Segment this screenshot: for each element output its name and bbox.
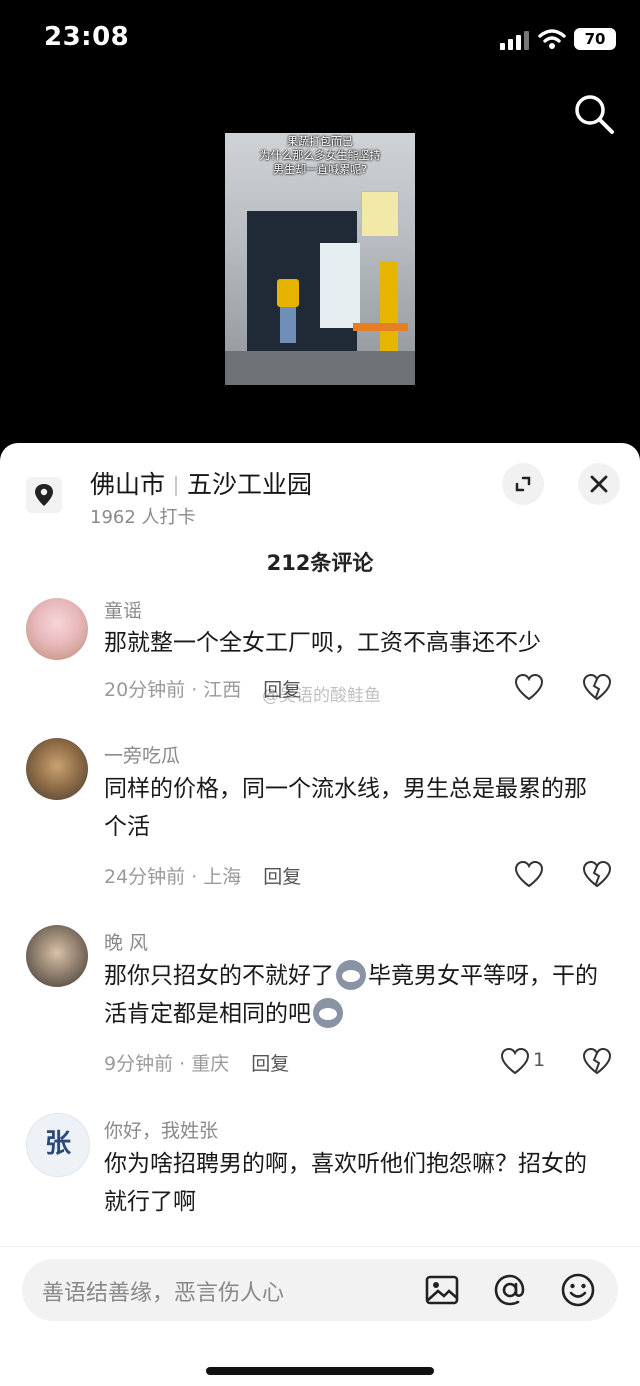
avatar[interactable]: 张 bbox=[26, 1113, 90, 1177]
close-icon bbox=[590, 475, 608, 493]
comment-sheet: 佛山市 五沙工业园 1962 人打卡 212条评论 童谣 那就整一个全女工厂呗，工… bbox=[0, 443, 640, 1386]
wolf-emoji-icon bbox=[313, 997, 343, 1028]
at-icon[interactable] bbox=[492, 1272, 528, 1308]
comment-time: 24分钟前 · 上海 bbox=[104, 866, 242, 888]
heart-icon[interactable] bbox=[514, 673, 544, 701]
caption-line: 果蔬打包而已 bbox=[287, 135, 353, 148]
checkin-count: 1962 人打卡 bbox=[90, 507, 196, 528]
caption-line: 男生却一直喊累呢? bbox=[273, 163, 367, 176]
comment-text: 那就整一个全女工厂呗，工资不高事还不少 bbox=[104, 630, 541, 656]
video-scene-person bbox=[277, 273, 299, 343]
battery-indicator: 70 bbox=[574, 28, 616, 50]
expand-icon bbox=[515, 476, 531, 492]
comment-text: 同样的价格，同一个流水线，男生总是最累的那个活 bbox=[104, 776, 587, 840]
home-indicator[interactable] bbox=[206, 1367, 434, 1375]
comment-text-part: 那你只招女的不就好了 bbox=[104, 963, 334, 989]
comment-time: 9分钟前 · 重庆 bbox=[104, 1053, 230, 1075]
comment-input-placeholder: 善语结善缘，恶言伤人心 bbox=[42, 1281, 285, 1306]
avatar[interactable] bbox=[26, 925, 88, 987]
video-scene-rail bbox=[353, 323, 408, 331]
broken-heart-icon[interactable] bbox=[582, 860, 612, 888]
comment-input-bar: 善语结善缘，恶言伤人心 bbox=[0, 1246, 640, 1386]
comment-meta: 9分钟前 · 重庆 回复 bbox=[104, 1049, 289, 1076]
broken-heart-icon[interactable] bbox=[582, 673, 612, 701]
video-scene-light bbox=[320, 243, 360, 328]
video-scene-floor bbox=[225, 351, 415, 385]
wolf-emoji-icon bbox=[336, 959, 366, 990]
broken-heart-icon[interactable] bbox=[582, 1047, 612, 1075]
video-caption: 果蔬打包而已 为什么那么多女生能坚持 男生却一直喊累呢? bbox=[225, 135, 415, 177]
caption-line: 为什么那么多女生能坚持 bbox=[259, 149, 381, 162]
avatar[interactable] bbox=[26, 738, 88, 800]
reply-button[interactable]: 回复 bbox=[251, 1053, 289, 1075]
heart-icon[interactable] bbox=[500, 1047, 530, 1075]
comment-count: 212条评论 bbox=[266, 551, 374, 575]
close-button[interactable] bbox=[578, 463, 620, 505]
video-scene-sign bbox=[361, 191, 399, 237]
like-count: 1 bbox=[533, 1049, 546, 1071]
comment-meta: 24分钟前 · 上海 回复 bbox=[104, 862, 301, 889]
location-city: 佛山市 bbox=[90, 470, 166, 499]
comment-username[interactable]: 晚 风 bbox=[104, 928, 148, 955]
reply-button[interactable]: 回复 bbox=[263, 866, 301, 888]
status-time: 23:08 bbox=[44, 22, 130, 52]
comment-username[interactable]: 你好，我姓张 bbox=[104, 1116, 218, 1143]
heart-icon[interactable] bbox=[514, 860, 544, 888]
comment-input[interactable]: 善语结善缘，恶言伤人心 bbox=[22, 1259, 618, 1321]
expand-button[interactable] bbox=[502, 463, 544, 505]
comment-text: 你为啥招聘男的啊，喜欢听他们抱怨嘛？招女的就行了啊 bbox=[104, 1151, 587, 1215]
comment-username[interactable]: 童谣 bbox=[104, 596, 142, 623]
wifi-icon bbox=[538, 29, 566, 49]
status-bar: 23:08 70 bbox=[0, 0, 640, 80]
comment-time: 20分钟前 · 江西 bbox=[104, 679, 242, 701]
signal-icon bbox=[500, 31, 529, 50]
watermark: @吴语的酸鲑鱼 bbox=[262, 686, 381, 706]
location-title[interactable]: 佛山市 五沙工业园 bbox=[90, 465, 312, 501]
comment-text: 那你只招女的不就好了 毕竟男女平等呀，干的活肯定都是相同的吧 bbox=[104, 957, 614, 1033]
avatar-text: 张 bbox=[44, 1129, 71, 1159]
emoji-icon[interactable] bbox=[560, 1272, 596, 1308]
comment-username[interactable]: 一旁吃瓜 bbox=[104, 741, 180, 768]
location-place: 五沙工业园 bbox=[187, 470, 313, 499]
search-icon[interactable] bbox=[572, 92, 616, 136]
avatar[interactable] bbox=[26, 598, 88, 660]
location-pin-icon bbox=[26, 477, 62, 513]
video-thumbnail[interactable]: 果蔬打包而已 为什么那么多女生能坚持 男生却一直喊累呢? bbox=[225, 133, 415, 385]
video-scene-pillar bbox=[380, 261, 398, 351]
image-icon[interactable] bbox=[424, 1272, 460, 1308]
